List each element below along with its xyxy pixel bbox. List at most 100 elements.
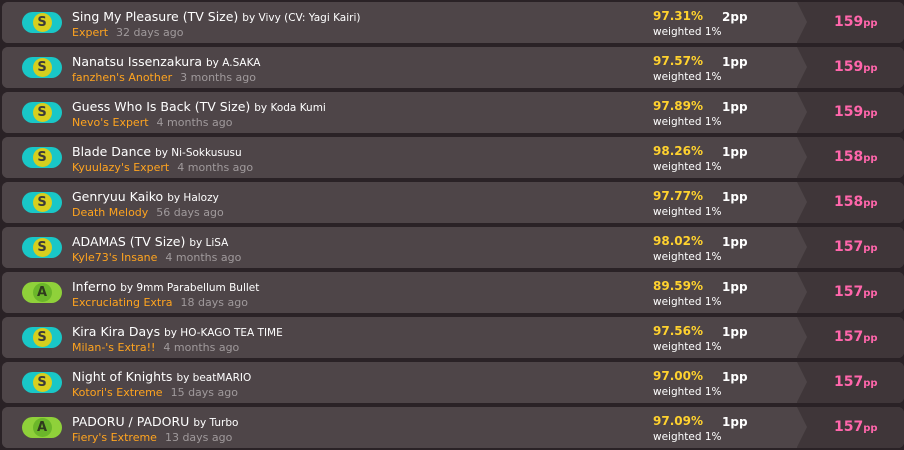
beatmap-title-line[interactable]: Blade Dance by Ni-Sokkususu	[72, 144, 632, 161]
score-row[interactable]: A PADORU / PADORU by Turbo Fiery's Extreme…	[2, 407, 904, 448]
performance-points: 158pp	[834, 194, 878, 212]
pp-number: 157	[834, 419, 864, 435]
beatmap-title-line[interactable]: PADORU / PADORU by Turbo	[72, 414, 632, 431]
play-time-ago: 13 days ago	[164, 431, 233, 444]
grade-badge-icon: S	[22, 12, 62, 33]
score-row[interactable]: S Kira Kira Days by HO-KAGO TEA TIME Milan…	[2, 317, 904, 358]
accuracy: 97.00%	[653, 369, 703, 383]
beatmap-title-line[interactable]: Guess Who Is Back (TV Size) by Koda Kumi	[72, 99, 632, 116]
score-row[interactable]: S Blade Dance by Ni-Sokkususu Kyuulazy's E…	[2, 137, 904, 178]
song-title[interactable]: ADAMAS (TV Size)	[72, 234, 185, 249]
difficulty-name: Expert	[72, 26, 109, 39]
score-row[interactable]: S Nanatsu Issenzakura by A.SAKA fanzhen's …	[2, 47, 904, 88]
weighted-pp: 1pp	[722, 145, 748, 159]
pp-unit: pp	[863, 108, 878, 119]
beatmap-title-line[interactable]: Nanatsu Issenzakura by A.SAKA	[72, 54, 632, 71]
row-divider-chevron	[797, 272, 807, 312]
grade-badge-icon: S	[22, 237, 62, 258]
weighted-label: weighted 1%	[653, 71, 722, 83]
beatmap-title-line[interactable]: Night of Knights by beatMARIO	[72, 369, 632, 386]
grade-letter: A	[32, 283, 52, 302]
pp-unit: pp	[863, 423, 878, 434]
difficulty-name: Kyuulazy's Expert	[72, 161, 170, 174]
pp-unit: pp	[863, 63, 878, 74]
grade-letter: S	[32, 148, 52, 167]
grade-badge-icon: S	[22, 57, 62, 78]
song-title[interactable]: Genryuu Kaiko	[72, 189, 163, 204]
row-divider-chevron	[797, 227, 807, 267]
beatmap-title-line[interactable]: ADAMAS (TV Size) by LiSA	[72, 234, 632, 251]
beatmap-title-line[interactable]: Sing My Pleasure (TV Size) by Vivy (CV: …	[72, 9, 632, 26]
play-time-ago: 56 days ago	[156, 206, 224, 219]
grade-letter: S	[32, 58, 52, 77]
play-time-ago: 4 months ago	[177, 161, 254, 174]
grade-badge-icon: S	[22, 147, 62, 168]
accuracy: 98.02%	[653, 234, 703, 248]
beatmap-title-line[interactable]: Inferno by 9mm Parabellum Bullet	[72, 279, 632, 296]
grade-letter: S	[32, 328, 52, 347]
score-row[interactable]: S Sing My Pleasure (TV Size) by Vivy (CV:…	[2, 2, 904, 43]
pp-number: 159	[834, 104, 864, 120]
difficulty-line: Kyuulazy's Expert 4 months ago	[72, 161, 253, 175]
weighted-label: weighted 1%	[653, 251, 722, 263]
accuracy: 97.89%	[653, 99, 703, 113]
song-title[interactable]: Blade Dance	[72, 144, 151, 159]
difficulty-name: Death Melody	[72, 206, 149, 219]
song-title[interactable]: PADORU / PADORU	[72, 414, 189, 429]
grade-badge-icon: S	[22, 192, 62, 213]
weighted-pp: 1pp	[722, 370, 748, 384]
song-artist: by A.SAKA	[206, 57, 261, 69]
weighted-pp: 1pp	[722, 325, 748, 339]
accuracy: 97.09%	[653, 414, 703, 428]
grade-letter: S	[32, 13, 52, 32]
weighted-pp: 1pp	[722, 55, 748, 69]
row-divider-chevron	[797, 362, 807, 402]
difficulty-name: Kyle73's Insane	[72, 251, 158, 264]
beatmap-title-line[interactable]: Kira Kira Days by HO-KAGO TEA TIME	[72, 324, 632, 341]
weighted-label: weighted 1%	[653, 116, 722, 128]
song-title[interactable]: Nanatsu Issenzakura	[72, 54, 202, 69]
difficulty-line: Kotori's Extreme 15 days ago	[72, 386, 238, 400]
row-divider-chevron	[797, 137, 807, 177]
song-title[interactable]: Kira Kira Days	[72, 324, 160, 339]
performance-points: 157pp	[834, 329, 878, 347]
grade-letter: S	[32, 103, 52, 122]
song-title[interactable]: Sing My Pleasure (TV Size)	[72, 9, 238, 24]
difficulty-line: Nevo's Expert 4 months ago	[72, 116, 232, 130]
weighted-pp: 2pp	[722, 10, 748, 24]
grade-letter: S	[32, 373, 52, 392]
accuracy: 97.77%	[653, 189, 703, 203]
difficulty-line: Expert 32 days ago	[72, 26, 183, 40]
play-time-ago: 4 months ago	[163, 341, 240, 354]
song-artist: by HO-KAGO TEA TIME	[164, 327, 283, 339]
score-list: S Sing My Pleasure (TV Size) by Vivy (CV:…	[0, 0, 904, 450]
song-title[interactable]: Guess Who Is Back (TV Size)	[72, 99, 250, 114]
row-divider-chevron	[797, 47, 807, 87]
performance-points: 159pp	[834, 59, 878, 77]
difficulty-line: Excruciating Extra 18 days ago	[72, 296, 248, 310]
grade-badge-icon: S	[22, 102, 62, 123]
accuracy: 97.31%	[653, 9, 703, 23]
song-artist: by beatMARIO	[176, 372, 252, 384]
score-row[interactable]: S Night of Knights by beatMARIO Kotori's E…	[2, 362, 904, 403]
song-title[interactable]: Night of Knights	[72, 369, 172, 384]
weighted-label: weighted 1%	[653, 26, 722, 38]
difficulty-line: Milan-'s Extra!! 4 months ago	[72, 341, 239, 355]
pp-unit: pp	[863, 333, 878, 344]
score-row[interactable]: S Guess Who Is Back (TV Size) by Koda Kum…	[2, 92, 904, 133]
score-row[interactable]: S ADAMAS (TV Size) by LiSA Kyle73's Insane…	[2, 227, 904, 268]
grade-badge-icon: S	[22, 327, 62, 348]
song-title[interactable]: Inferno	[72, 279, 116, 294]
weighted-pp: 1pp	[722, 280, 748, 294]
score-row[interactable]: S Genryuu Kaiko by Halozy Death Melody 56 d…	[2, 182, 904, 223]
grade-badge-icon: A	[22, 282, 62, 303]
row-divider-chevron	[797, 317, 807, 357]
song-artist: by 9mm Parabellum Bullet	[120, 282, 260, 294]
beatmap-title-line[interactable]: Genryuu Kaiko by Halozy	[72, 189, 632, 206]
pp-number: 158	[834, 149, 864, 165]
pp-number: 157	[834, 329, 864, 345]
score-row[interactable]: A Inferno by 9mm Parabellum Bullet Excruci…	[2, 272, 904, 313]
song-artist: by Turbo	[193, 417, 239, 429]
performance-points: 159pp	[834, 14, 878, 32]
row-divider-chevron	[797, 407, 807, 447]
